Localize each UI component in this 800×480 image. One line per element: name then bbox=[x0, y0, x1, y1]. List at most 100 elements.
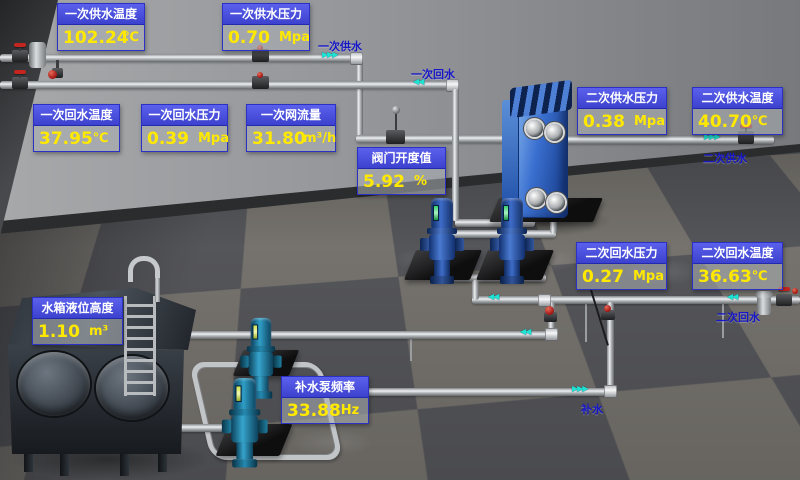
gauge-title: 二次回水压力 bbox=[577, 243, 666, 264]
hx-port-bottom-right bbox=[548, 194, 565, 211]
pipe-tank-fill bbox=[150, 331, 552, 339]
pipe-label-secondary-supply: 二次供水 bbox=[703, 150, 747, 166]
gauge-value: 33.88 bbox=[287, 401, 341, 421]
pump-foot bbox=[430, 276, 454, 284]
tank-leg bbox=[120, 452, 129, 476]
pump-volute bbox=[249, 352, 273, 376]
gauge-value: 0.70 bbox=[228, 28, 279, 48]
pipe-flange bbox=[545, 328, 558, 341]
pump-foot bbox=[232, 459, 257, 467]
gauge-primary-flow: 一次网流量 31.80m³/h bbox=[246, 104, 336, 152]
gauge-unit: Hz bbox=[341, 403, 359, 418]
circulation-pump-1[interactable] bbox=[424, 196, 460, 286]
gauge-primary-supply-temp: 一次供水温度 102.24℃ bbox=[57, 3, 145, 51]
gauge-secondary-supply-pressure: 二次供水压力 0.38Mpa bbox=[577, 87, 667, 135]
gauge-title: 水箱液位高度 bbox=[33, 298, 122, 319]
strainer-cylinder bbox=[29, 42, 46, 68]
pump-column bbox=[504, 260, 520, 276]
pump-column bbox=[434, 260, 450, 276]
gauge-title: 二次供水温度 bbox=[693, 88, 782, 109]
pipe-label-secondary-return: 二次回水 bbox=[716, 309, 760, 325]
gauge-unit: ℃ bbox=[752, 114, 768, 129]
pump-foot bbox=[500, 276, 524, 284]
pipe-support bbox=[585, 304, 587, 342]
gauge-unit: ℃ bbox=[93, 131, 109, 146]
gauge-value: 5.92 bbox=[363, 172, 414, 192]
gauge-unit: Mpa bbox=[633, 269, 664, 284]
gauge-unit: % bbox=[414, 174, 427, 189]
gauge-unit: ℃ bbox=[123, 30, 139, 45]
gauge-unit: ℃ bbox=[752, 269, 768, 284]
pipe-primary-return bbox=[0, 81, 448, 89]
gauge-secondary-supply-temp: 二次供水温度 40.70℃ bbox=[692, 87, 783, 135]
tank-gooseneck-leg bbox=[155, 278, 160, 302]
pump-nozzle bbox=[240, 355, 248, 367]
tank-manhole-left bbox=[18, 352, 90, 416]
gauge-makeup-pump-freq: 补水泵频率 33.88Hz bbox=[281, 376, 369, 424]
gauge-title: 一次供水温度 bbox=[58, 4, 144, 25]
hx-port-top-left bbox=[526, 120, 543, 137]
gauge-title: 一次回水温度 bbox=[34, 105, 119, 126]
gauge-secondary-return-pressure: 二次回水压力 0.27Mpa bbox=[576, 242, 667, 290]
flow-arrows-secondary-return-2: ◀◀ bbox=[488, 292, 498, 301]
pump-nozzle bbox=[222, 420, 231, 434]
gauge-unit: Mpa bbox=[198, 131, 229, 146]
gauge-secondary-return-temp: 二次回水温度 36.63℃ bbox=[692, 242, 783, 290]
pump-indicator-window bbox=[252, 324, 258, 339]
pump-column bbox=[236, 443, 253, 460]
gauge-value: 0.27 bbox=[582, 267, 633, 287]
pipe-riser bbox=[472, 280, 479, 300]
gauge-value: 1.10 bbox=[38, 322, 89, 342]
tank-leg bbox=[60, 452, 69, 476]
pipe-label-primary-supply: 一次供水 bbox=[318, 38, 362, 54]
gauge-title: 阀门开度值 bbox=[358, 148, 445, 169]
gauge-title: 补水泵频率 bbox=[282, 377, 368, 398]
gauge-title: 一次网流量 bbox=[247, 105, 335, 126]
pump-nozzle bbox=[420, 238, 429, 251]
flow-arrows-makeup: ▶▶▶ bbox=[572, 384, 587, 393]
gauge-value: 36.63 bbox=[698, 267, 752, 287]
tank-ladder bbox=[124, 296, 156, 396]
hx-port-top-right bbox=[546, 124, 563, 141]
gauge-title: 二次供水压力 bbox=[578, 88, 666, 109]
pump-volute bbox=[429, 234, 455, 260]
flow-arrows-secondary-return: ◀◀ bbox=[727, 292, 737, 301]
hx-port-bottom-left bbox=[528, 190, 545, 207]
pump-volute bbox=[231, 416, 258, 443]
hmi-heat-station-scene: ▶▶▶ ◀◀ ▶▶▶ ◀◀ ◀◀ ◀◀ ▶▶▶ bbox=[0, 0, 800, 480]
gauge-valve-opening: 阀门开度值 5.92% bbox=[357, 147, 446, 195]
gauge-value: 0.38 bbox=[583, 112, 634, 132]
gauge-title: 一次回水压力 bbox=[142, 105, 227, 126]
gauge-tank-level: 水箱液位高度 1.10m³ bbox=[32, 297, 123, 345]
gauge-unit: Mpa bbox=[279, 30, 310, 45]
gauge-primary-return-pressure: 一次回水压力 0.39Mpa bbox=[141, 104, 228, 152]
gauge-value: 102.24 bbox=[63, 28, 123, 48]
pump-indicator-window bbox=[503, 205, 509, 221]
pipe-label-makeup-water: 补水 bbox=[581, 401, 603, 417]
circulation-pump-2[interactable] bbox=[494, 196, 530, 286]
pump-nozzle bbox=[273, 355, 281, 367]
pump-volute bbox=[499, 234, 525, 260]
pump-indicator-window bbox=[235, 385, 241, 402]
gauge-value: 31.80 bbox=[252, 129, 303, 149]
gauge-value: 37.95 bbox=[39, 129, 93, 149]
gauge-primary-supply-pressure: 一次供水压力 0.70Mpa bbox=[222, 3, 310, 51]
gauge-title: 一次供水压力 bbox=[223, 4, 309, 25]
gauge-title: 二次回水温度 bbox=[693, 243, 782, 264]
pump-nozzle bbox=[455, 238, 464, 251]
flow-arrows-tank-fill: ◀◀ bbox=[520, 327, 530, 336]
gauge-primary-return-temp: 一次回水温度 37.95℃ bbox=[33, 104, 120, 152]
pipe-flange bbox=[604, 385, 617, 398]
pump-nozzle bbox=[490, 238, 499, 251]
pipe-primary-supply bbox=[0, 54, 352, 62]
pump-nozzle bbox=[258, 420, 267, 434]
pump-nozzle bbox=[525, 238, 534, 251]
gauge-value: 0.39 bbox=[147, 129, 198, 149]
pipe-support bbox=[410, 339, 412, 361]
pipe-label-primary-return: 一次回水 bbox=[411, 66, 455, 82]
pipe-primary-supply-drop bbox=[356, 62, 363, 136]
makeup-pump-2[interactable] bbox=[226, 376, 263, 470]
gauge-unit: m³/h bbox=[303, 131, 336, 146]
gauge-unit: m³ bbox=[89, 324, 108, 339]
pump-indicator-window bbox=[433, 205, 439, 221]
